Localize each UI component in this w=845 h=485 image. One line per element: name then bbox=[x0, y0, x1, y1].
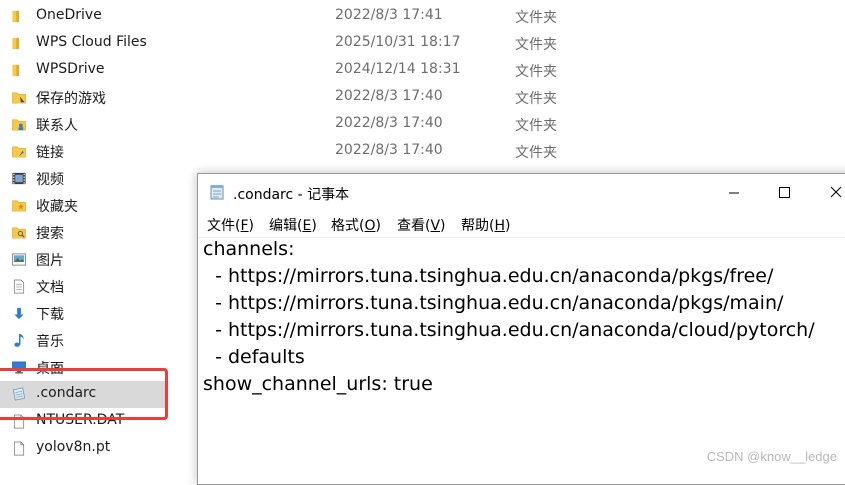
text-file-icon bbox=[12, 387, 26, 401]
menu-item-label: 文件( bbox=[207, 218, 241, 234]
file-name: OneDrive bbox=[36, 7, 102, 23]
file-name: NTUSER.DAT bbox=[36, 412, 125, 428]
notepad-title-bar[interactable]: .condarc - 记事本 bbox=[198, 174, 845, 211]
watermark: CSDN @know__ledge bbox=[706, 449, 837, 464]
music-folder-icon bbox=[14, 333, 24, 347]
file-row[interactable]: 保存的游戏 2022/8/3 17:40 文件夹 bbox=[0, 84, 845, 111]
file-name: 下载 bbox=[36, 307, 64, 323]
menu-item-label: 格式( bbox=[331, 218, 365, 234]
downloads-folder-icon bbox=[14, 307, 24, 320]
text-editor-area[interactable]: channels: - https://mirrors.tuna.tsinghu… bbox=[203, 236, 845, 481]
menu-item-tail: ) bbox=[375, 218, 381, 234]
desktop-folder-icon bbox=[12, 361, 26, 374]
menu-item[interactable]: 编辑(E) bbox=[269, 215, 317, 235]
menu-item-tail: ) bbox=[505, 218, 511, 234]
documents-folder-icon bbox=[13, 279, 25, 294]
contacts-folder-icon bbox=[12, 119, 26, 131]
file-row[interactable]: WPSDrive 2024/12/14 18:31 文件夹 bbox=[0, 57, 845, 84]
maximize-icon bbox=[779, 187, 790, 198]
menu-bar: 文件(F) 编辑(E) 格式(O) 查看(V) 帮助(H) bbox=[198, 211, 845, 238]
menu-item-label: 查看( bbox=[397, 218, 431, 234]
videos-folder-icon bbox=[12, 172, 26, 185]
file-date: 2022/8/3 17:40 bbox=[335, 88, 443, 104]
menu-item[interactable]: 格式(O) bbox=[331, 215, 381, 235]
file-name: WPS Cloud Files bbox=[36, 34, 147, 50]
file-row[interactable]: OneDrive 2022/8/3 17:41 文件夹 bbox=[0, 3, 845, 30]
file-row[interactable]: 联系人 2022/8/3 17:40 文件夹 bbox=[0, 111, 845, 138]
file-type: 文件夹 bbox=[515, 91, 557, 107]
file-icon bbox=[13, 414, 25, 429]
file-type: 文件夹 bbox=[515, 37, 557, 53]
notepad-window[interactable]: .condarc - 记事本 文件(F) 编辑(E) 格式(O) 查看(V) 帮助(H)… bbox=[197, 173, 845, 485]
menu-item[interactable]: 文件(F) bbox=[207, 215, 254, 235]
file-type: 文件夹 bbox=[515, 145, 557, 161]
file-name: 收藏夹 bbox=[36, 199, 78, 215]
pictures-folder-icon bbox=[12, 253, 26, 266]
file-name: 文档 bbox=[36, 280, 64, 296]
file-row[interactable]: 链接 2022/8/3 17:40 文件夹 bbox=[0, 138, 845, 165]
file-name: 图片 bbox=[36, 253, 64, 269]
file-name: 桌面 bbox=[36, 361, 64, 377]
menu-item-tail: ) bbox=[248, 218, 254, 234]
file-row[interactable]: .condarc bbox=[0, 381, 168, 408]
menu-item-label: 编辑( bbox=[269, 218, 303, 234]
menu-item-key: H bbox=[494, 218, 505, 234]
file-name: 搜索 bbox=[36, 226, 64, 242]
file-date: 2025/10/31 18:17 bbox=[335, 34, 461, 50]
menu-item-label: 帮助( bbox=[461, 218, 495, 234]
menu-item-tail: ) bbox=[311, 218, 317, 234]
searches-folder-icon bbox=[12, 227, 26, 239]
file-type: 文件夹 bbox=[515, 10, 557, 26]
file-date: 2022/8/3 17:41 bbox=[335, 7, 443, 23]
menu-item-key: E bbox=[302, 218, 312, 234]
menu-item-tail: ) bbox=[440, 218, 446, 234]
links-folder-icon bbox=[12, 146, 26, 158]
menu-item-key: F bbox=[240, 218, 249, 234]
file-name: 保存的游戏 bbox=[36, 91, 106, 107]
file-icon bbox=[13, 441, 25, 456]
file-name: 链接 bbox=[36, 145, 64, 161]
folder-icon bbox=[12, 37, 19, 50]
file-name: yolov8n.pt bbox=[36, 439, 111, 455]
maximize-button[interactable] bbox=[762, 174, 808, 211]
favorites-folder-icon bbox=[12, 200, 26, 212]
folder-icon bbox=[12, 64, 19, 77]
file-date: 2024/12/14 18:31 bbox=[335, 61, 461, 77]
notepad-icon bbox=[210, 185, 224, 200]
minimize-icon bbox=[729, 192, 739, 194]
window-title: .condarc - 记事本 bbox=[233, 187, 350, 203]
minimize-button[interactable] bbox=[711, 174, 757, 211]
file-name: 视频 bbox=[36, 172, 64, 188]
file-type: 文件夹 bbox=[515, 64, 557, 80]
menu-item[interactable]: 帮助(H) bbox=[461, 215, 510, 235]
file-name: 联系人 bbox=[36, 118, 78, 134]
menu-item-key: V bbox=[430, 218, 441, 234]
file-name: 音乐 bbox=[36, 334, 64, 350]
file-name: WPSDrive bbox=[36, 61, 105, 77]
menu-item[interactable]: 查看(V) bbox=[397, 215, 446, 235]
file-date: 2022/8/3 17:40 bbox=[335, 115, 443, 131]
file-name: .condarc bbox=[36, 385, 97, 401]
saved-games-folder-icon bbox=[12, 92, 26, 104]
close-button[interactable] bbox=[813, 174, 845, 211]
folder-icon bbox=[12, 10, 19, 23]
file-date: 2022/8/3 17:40 bbox=[335, 142, 443, 158]
file-row[interactable]: WPS Cloud Files 2025/10/31 18:17 文件夹 bbox=[0, 30, 845, 57]
file-type: 文件夹 bbox=[515, 118, 557, 134]
menu-item-key: O bbox=[364, 218, 376, 234]
close-icon bbox=[830, 186, 842, 198]
